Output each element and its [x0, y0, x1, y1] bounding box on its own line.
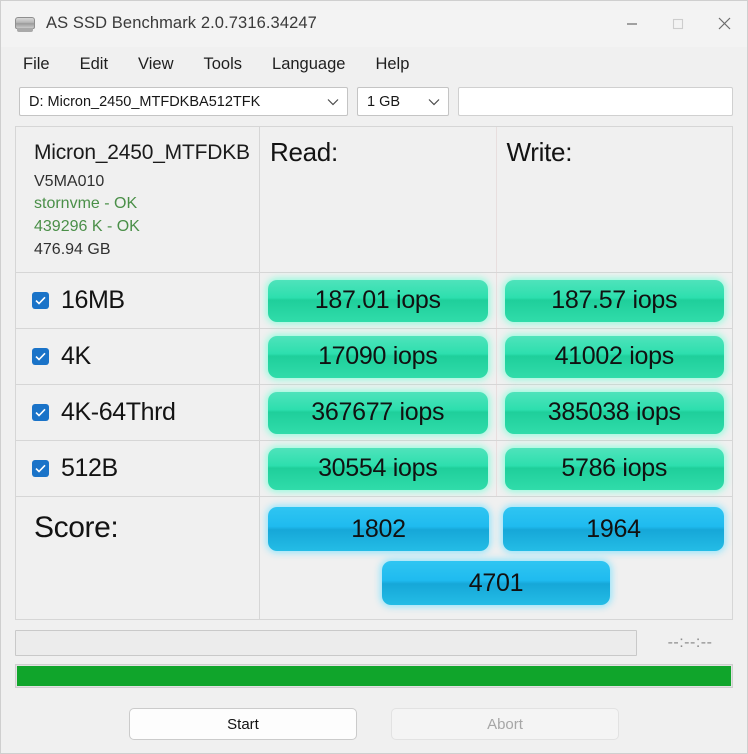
test-label: 4K-64Thrd	[61, 398, 176, 427]
window-title: AS SSD Benchmark 2.0.7316.34247	[46, 14, 317, 33]
menu-item-tools[interactable]: Tools	[204, 52, 259, 77]
write-result: 41002 iops	[505, 336, 725, 378]
write-value-cell: 5786 iops	[496, 441, 733, 496]
grid-header-row: Micron_2450_MTFDKB V5MA010 stornvme - OK…	[16, 127, 732, 273]
start-button[interactable]: Start	[129, 708, 357, 740]
menu-item-help[interactable]: Help	[375, 52, 425, 77]
read-result: 17090 iops	[268, 336, 488, 378]
score-top-row: 1802 1964	[268, 507, 724, 551]
score-values: 1802 1964 4701	[260, 497, 732, 619]
read-result: 30554 iops	[268, 448, 488, 490]
write-value-cell: 385038 iops	[496, 385, 733, 440]
score-read: 1802	[268, 507, 489, 551]
drive-model: Micron_2450_MTFDKB	[34, 141, 250, 166]
table-row: 4K 17090 iops 41002 iops	[16, 329, 732, 385]
size-select[interactable]: 1 GB	[357, 87, 449, 116]
table-row: 4K-64Thrd 367677 iops 385038 iops	[16, 385, 732, 441]
write-result: 385038 iops	[505, 392, 725, 434]
read-value-cell: 187.01 iops	[260, 273, 496, 328]
button-bar: Start Abort	[1, 708, 747, 740]
test-name-cell: 16MB	[16, 273, 260, 328]
table-row: 16MB 187.01 iops 187.57 iops	[16, 273, 732, 329]
score-label: Score:	[34, 511, 118, 545]
menu-bar: File Edit View Tools Language Help	[1, 47, 747, 81]
driver-status: stornvme - OK	[34, 193, 137, 216]
table-row: 512B 30554 iops 5786 iops	[16, 441, 732, 497]
progress-bar-fill	[17, 666, 731, 686]
menu-item-edit[interactable]: Edit	[80, 52, 124, 77]
checkbox-4k[interactable]	[32, 348, 49, 365]
write-label: Write:	[507, 137, 573, 168]
close-icon[interactable]	[701, 1, 747, 47]
title-bar-left: AS SSD Benchmark 2.0.7316.34247	[1, 14, 609, 33]
elapsed-timer: --:--:--	[647, 634, 733, 652]
window-controls	[609, 1, 747, 47]
ssd-drive-icon	[15, 15, 35, 33]
chevron-down-icon	[426, 94, 442, 110]
test-label: 4K	[61, 342, 91, 371]
read-value-cell: 17090 iops	[260, 329, 496, 384]
write-result: 5786 iops	[505, 448, 725, 490]
size-select-value: 1 GB	[367, 94, 426, 110]
app-window: AS SSD Benchmark 2.0.7316.34247 File Edi…	[0, 0, 748, 754]
read-value-cell: 367677 iops	[260, 385, 496, 440]
read-result: 187.01 iops	[268, 280, 488, 322]
abort-button: Abort	[391, 708, 619, 740]
drive-info-panel: Micron_2450_MTFDKB V5MA010 stornvme - OK…	[16, 127, 260, 272]
checkbox-512b[interactable]	[32, 460, 49, 477]
read-result: 367677 iops	[268, 392, 488, 434]
test-name-cell: 512B	[16, 441, 260, 496]
score-write: 1964	[503, 507, 724, 551]
write-value-cell: 41002 iops	[496, 329, 733, 384]
menu-item-file[interactable]: File	[23, 52, 66, 77]
title-bar: AS SSD Benchmark 2.0.7316.34247	[1, 1, 747, 47]
write-value-cell: 187.57 iops	[496, 273, 733, 328]
score-bottom-row: 4701	[268, 561, 724, 605]
minimize-icon[interactable]	[609, 1, 655, 47]
drive-capacity: 476.94 GB	[34, 239, 111, 262]
read-value-cell: 30554 iops	[260, 441, 496, 496]
drive-select[interactable]: D: Micron_2450_MTFDKBA512TFK	[19, 87, 348, 116]
alignment-status: 439296 K - OK	[34, 216, 140, 239]
checkbox-4k-64thrd[interactable]	[32, 404, 49, 421]
score-label-cell: Score:	[16, 497, 260, 619]
drive-firmware: V5MA010	[34, 171, 104, 194]
test-name-cell: 4K-64Thrd	[16, 385, 260, 440]
test-name-cell: 4K	[16, 329, 260, 384]
write-result: 187.57 iops	[505, 280, 725, 322]
read-label: Read:	[270, 137, 338, 168]
write-column-header: Write:	[496, 127, 733, 272]
score-total: 4701	[382, 561, 610, 605]
progress-bar	[15, 664, 733, 688]
checkbox-16mb[interactable]	[32, 292, 49, 309]
toolbar: D: Micron_2450_MTFDKBA512TFK 1 GB	[1, 81, 747, 124]
status-message-field	[15, 630, 637, 656]
chevron-down-icon	[325, 94, 341, 110]
maximize-icon[interactable]	[655, 1, 701, 47]
test-label: 512B	[61, 454, 118, 483]
test-label: 16MB	[61, 286, 125, 315]
results-grid: Micron_2450_MTFDKB V5MA010 stornvme - OK…	[15, 126, 733, 620]
status-bar: --:--:--	[15, 630, 733, 656]
menu-item-language[interactable]: Language	[272, 52, 361, 77]
score-row: Score: 1802 1964 4701	[16, 497, 732, 620]
info-field[interactable]	[458, 87, 733, 116]
menu-item-view[interactable]: View	[138, 52, 189, 77]
read-column-header: Read:	[260, 127, 496, 272]
drive-select-value: D: Micron_2450_MTFDKBA512TFK	[29, 94, 325, 110]
